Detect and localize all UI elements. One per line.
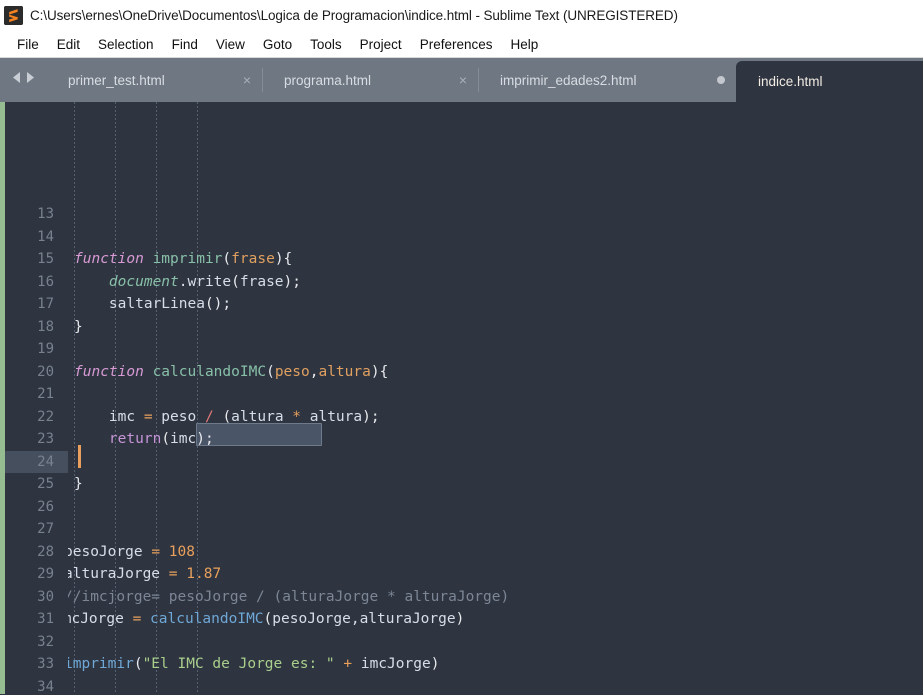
- code-line-20: function calculandoIMC(peso,altura){: [74, 363, 389, 380]
- close-icon[interactable]: ×: [448, 73, 478, 87]
- line-number: 23: [37, 431, 54, 447]
- tab-label: programa.html: [284, 72, 372, 88]
- tab-label: imprimir_edades2.html: [500, 72, 637, 88]
- line-number: 33: [37, 656, 54, 672]
- code-line-30: //imcjorge= pesoJorge / (alturaJorge * a…: [68, 588, 510, 605]
- code-line-25: }: [74, 476, 83, 492]
- tab-imprimir-edades2-html[interactable]: imprimir_edades2.html: [478, 58, 736, 102]
- menu-item-preferences[interactable]: Preferences: [411, 34, 502, 55]
- line-number: 27: [37, 521, 54, 537]
- line-number: 30: [37, 588, 54, 605]
- line-number: 32: [37, 633, 54, 650]
- line-number: 17: [37, 296, 54, 312]
- code-line-29: alturaJorge = 1.87: [68, 566, 222, 582]
- title-bar: C:\Users\ernes\OneDrive\Documentos\Logic…: [0, 0, 923, 31]
- window-title: C:\Users\ernes\OneDrive\Documentos\Logic…: [30, 8, 678, 23]
- code-line-15: function imprimir(frase){: [74, 251, 293, 267]
- code-line-31: imcJorge = calculandoIMC(pesoJorge,altur…: [68, 611, 465, 627]
- code-line-28: pesoJorge = 108: [68, 543, 195, 560]
- close-icon[interactable]: ×: [232, 73, 262, 87]
- line-number: 24: [37, 453, 54, 470]
- code-line-22: imc = peso / (altura * altura);: [74, 408, 380, 425]
- line-number: 22: [37, 408, 54, 425]
- tab-label: primer_test.html: [68, 72, 165, 88]
- line-number: 18: [37, 318, 54, 335]
- line-number: 15: [37, 251, 54, 267]
- menu-item-view[interactable]: View: [207, 34, 254, 55]
- tab-separator: [262, 68, 263, 92]
- line-number: 13: [37, 206, 54, 222]
- code-line-16: document.write(frase);: [74, 273, 302, 290]
- menu-item-edit[interactable]: Edit: [48, 34, 89, 55]
- sublime-text-logo-icon: [4, 6, 23, 25]
- line-number: 19: [37, 341, 54, 357]
- line-number: 26: [37, 498, 54, 515]
- tab-bar: primer_test.html × programa.html × impri…: [0, 58, 923, 102]
- line-number: 16: [37, 273, 54, 290]
- line-number-gutter: 13 14 15 16 17 18 19 20 21 22 23 24 25 2…: [5, 102, 68, 694]
- tab-programa-html[interactable]: programa.html ×: [262, 58, 478, 102]
- menu-item-selection[interactable]: Selection: [89, 34, 163, 55]
- menu-item-file[interactable]: File: [8, 34, 48, 55]
- tab-nav-arrows: [0, 58, 46, 102]
- tab-label: indice.html: [758, 74, 823, 89]
- line-number: 21: [37, 386, 54, 402]
- menu-item-project[interactable]: Project: [351, 34, 411, 55]
- editor[interactable]: 13 14 15 16 17 18 19 20 21 22 23 24 25 2…: [0, 102, 923, 694]
- line-number: 28: [37, 543, 54, 560]
- line-number: 29: [37, 566, 54, 582]
- tab-separator: [478, 68, 479, 92]
- tab-strip: primer_test.html × programa.html × impri…: [46, 58, 923, 102]
- code-line-23: return(imc);: [108, 431, 214, 447]
- line-number: 34: [37, 678, 54, 695]
- tab-primer-test-html[interactable]: primer_test.html ×: [46, 58, 262, 102]
- menu-item-help[interactable]: Help: [502, 34, 548, 55]
- line-number: 20: [37, 363, 54, 380]
- unsaved-changes-dot-icon[interactable]: [706, 76, 736, 84]
- tab-indice-html[interactable]: indice.html ×: [736, 61, 923, 102]
- arrow-left-icon[interactable]: [11, 71, 22, 89]
- line-number: 31: [37, 611, 54, 627]
- code-area[interactable]: function imprimir(frase){ document.write…: [68, 102, 923, 694]
- menu-item-goto[interactable]: Goto: [254, 34, 301, 55]
- menu-item-find[interactable]: Find: [163, 34, 207, 55]
- code-line-33: imprimir("El IMC de Jorge es: " + imcJor…: [68, 656, 440, 672]
- line-number: 25: [37, 476, 54, 492]
- code-line-17: saltarLinea();: [74, 296, 232, 312]
- menu-item-tools[interactable]: Tools: [301, 34, 351, 55]
- code-line-18: }: [74, 318, 83, 335]
- arrow-right-icon[interactable]: [25, 71, 36, 89]
- line-number: 14: [37, 228, 54, 245]
- menu-bar: File Edit Selection Find View Goto Tools…: [0, 31, 923, 58]
